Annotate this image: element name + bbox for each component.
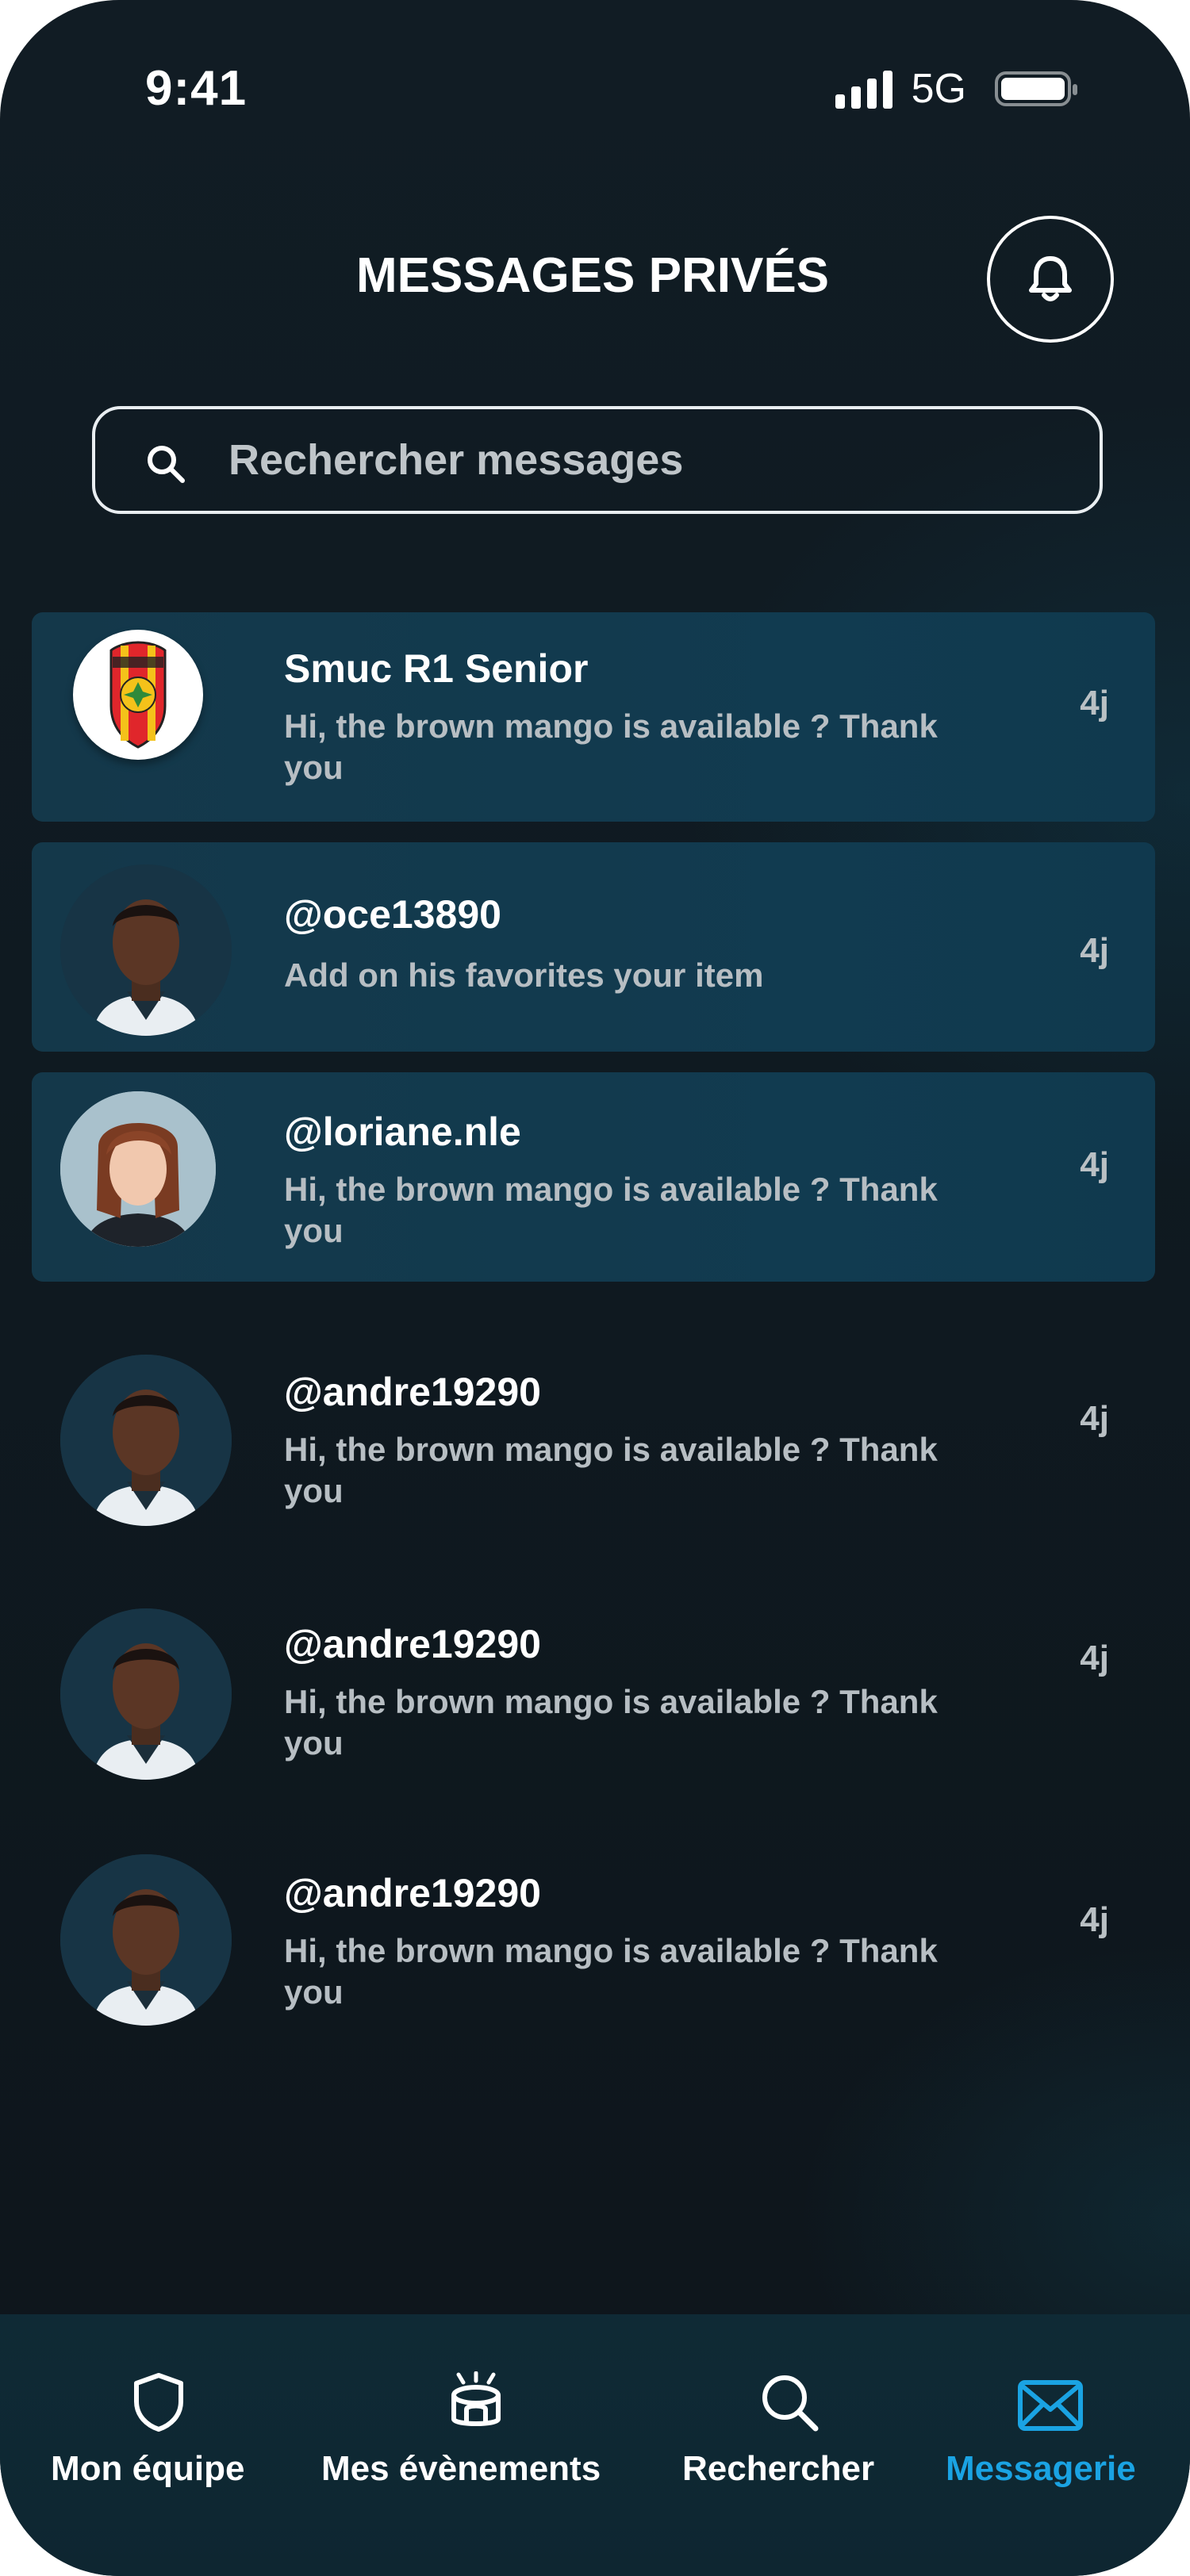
conversation-item[interactable]: @oce13890 Add on his favorites your item… (32, 842, 1155, 1052)
search-bar[interactable] (92, 406, 1103, 514)
conversation-time: 4j (1080, 1145, 1109, 1184)
mail-icon (1018, 2380, 1083, 2431)
conversation-preview: Hi, the brown mango is available ? Thank… (284, 1932, 938, 2011)
conversation-name: @andre19290 (284, 1622, 541, 1666)
tab-label: Mon équipe (51, 2449, 245, 2488)
conversation-name: @loriane.nle (284, 1110, 521, 1154)
conversation-name: @andre19290 (284, 1370, 541, 1414)
conversation-item[interactable]: Smuc R1 Senior Hi, the brown mango is av… (32, 612, 1155, 822)
status-time: 9:41 (145, 61, 248, 116)
person-photo-icon (60, 1608, 232, 1780)
bell-icon (1029, 256, 1072, 301)
user-avatar (60, 1091, 216, 1247)
shield-icon (134, 2373, 183, 2432)
conversation-time: 4j (1080, 1900, 1109, 1939)
battery-icon (995, 71, 1077, 106)
user-avatar (60, 1355, 232, 1526)
tab-label: Messagerie (946, 2449, 1136, 2488)
tab-rechercher[interactable]: Rechercher (674, 2314, 904, 2520)
conversation-name: @andre19290 (284, 1871, 541, 1915)
notifications-button[interactable] (987, 216, 1114, 343)
user-avatar (60, 1854, 232, 2026)
conversation-time: 4j (1080, 931, 1109, 970)
tab-mes-evenements[interactable]: Mes évènements (309, 2314, 643, 2520)
stadium-icon (451, 2371, 501, 2426)
club-logo-avatar (73, 630, 203, 760)
bottom-tab-bar: Mon équipe Mes évènements Rechercher Mes… (0, 2314, 1190, 2576)
search-input[interactable] (227, 409, 1084, 511)
status-indicators: 5G (835, 65, 1077, 113)
conversation-item[interactable]: @andre19290 Hi, the brown mango is avail… (32, 1340, 1155, 1550)
tab-label: Mes évènements (321, 2449, 601, 2488)
person-photo-icon (60, 1355, 232, 1526)
search-icon (148, 446, 185, 483)
search-icon (762, 2375, 819, 2432)
person-photo-icon (60, 1854, 232, 2026)
conversation-preview: Hi, the brown mango is available ? Thank… (284, 1683, 938, 1761)
user-avatar (60, 864, 232, 1036)
signal-icon (835, 69, 892, 109)
conversation-item[interactable]: @loriane.nle Hi, the brown mango is avai… (32, 1072, 1155, 1282)
conversation-name: Smuc R1 Senior (284, 646, 589, 691)
conversation-preview: Hi, the brown mango is available ? Thank… (284, 1431, 938, 1509)
tab-messagerie[interactable]: Messagerie (936, 2314, 1166, 2520)
person-photo-icon (60, 1091, 216, 1247)
tab-mon-equipe[interactable]: Mon équipe (32, 2314, 286, 2520)
conversation-name: @oce13890 (284, 892, 501, 937)
conversation-time: 4j (1080, 1399, 1109, 1438)
conversation-preview: Hi, the brown mango is available ? Thank… (284, 1171, 938, 1249)
conversation-item[interactable]: @andre19290 Hi, the brown mango is avail… (32, 1594, 1155, 1804)
conversation-item[interactable]: @andre19290 Hi, the brown mango is avail… (32, 1845, 1155, 2054)
person-photo-icon (60, 864, 232, 1036)
tab-label: Rechercher (682, 2449, 875, 2488)
page-title-text: MESSAGES PRIVÉS (355, 248, 830, 303)
phone-screen: 9:41 5G MESSAGES PRIVÉS Rechercher messa… (0, 0, 1190, 2576)
network-label: 5G (911, 66, 966, 112)
conversation-preview: Add on his favorites your item (284, 956, 764, 994)
conversation-time: 4j (1080, 1639, 1109, 1677)
conversation-time: 4j (1080, 684, 1109, 723)
club-crest-icon (109, 641, 167, 749)
status-bar: 9:41 5G (0, 0, 1190, 174)
user-avatar (60, 1608, 232, 1780)
conversation-preview: Hi, the brown mango is available ? Thank… (284, 707, 938, 786)
